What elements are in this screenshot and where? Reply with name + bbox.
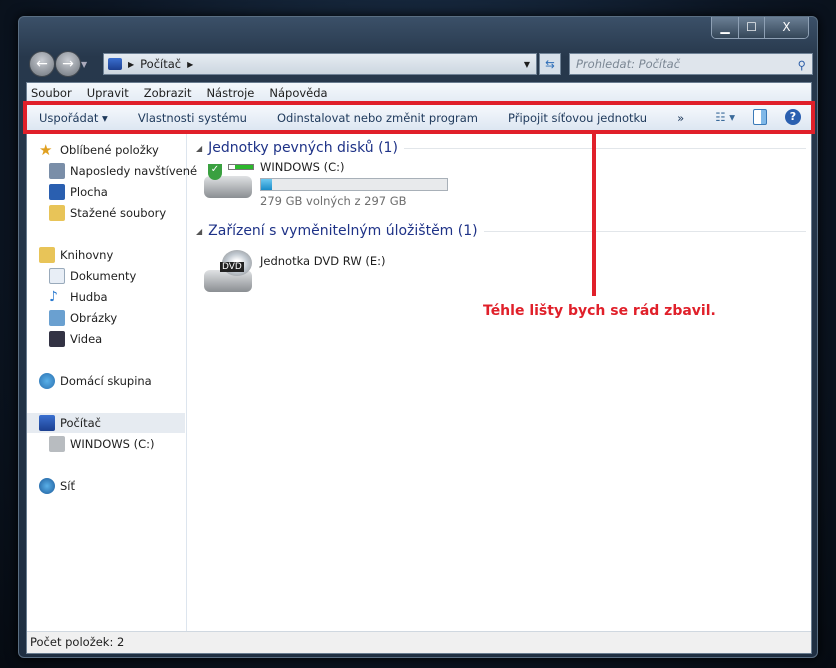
network-icon: [39, 478, 55, 494]
address-bar[interactable]: ▶ Počítač ▶ ▼: [103, 53, 537, 75]
sidebar-windows-c[interactable]: WINDOWS (C:): [49, 436, 207, 452]
label: Jednotky pevných disků (1): [208, 140, 398, 156]
sidebar-downloads[interactable]: Stažené soubory: [49, 205, 207, 221]
file-list: ◢ Jednotky pevných disků (1) ✓ WINDOWS (C…: [188, 134, 811, 631]
label: Videa: [70, 332, 103, 346]
homegroup-icon: [39, 373, 55, 389]
libraries-icon: [39, 247, 55, 263]
desktop-icon: [49, 184, 65, 200]
label: Domácí skupina: [60, 374, 152, 388]
documents-icon: [49, 268, 65, 284]
pictures-icon: [49, 310, 65, 326]
menu-help[interactable]: Nápověda: [269, 86, 327, 100]
computer-icon: [39, 415, 55, 431]
search-icon[interactable]: ⚲: [798, 55, 806, 75]
maximize-button[interactable]: ☐: [738, 17, 764, 38]
music-icon: ♪: [49, 289, 58, 305]
drive-free-space: 279 GB volných z 297 GB: [260, 194, 407, 208]
drive-name: WINDOWS (C:): [260, 160, 345, 174]
drive-indicator: [228, 164, 254, 170]
label: Knihovny: [60, 248, 114, 262]
sidebar-favorites[interactable]: ★ Oblíbené položky: [39, 142, 197, 158]
drive-item-c[interactable]: ✓ WINDOWS (C:) 279 GB volných z 297 GB: [204, 160, 464, 208]
sidebar-documents[interactable]: Dokumenty: [49, 268, 207, 284]
annotation-line: [592, 133, 596, 296]
label: Naposledy navštívené: [70, 164, 198, 178]
annotation-text: Téhle lišty bych se rád zbavil.: [483, 303, 716, 319]
videos-icon: [49, 331, 65, 347]
drive-usage-fill: [261, 179, 273, 190]
menu-file[interactable]: Soubor: [31, 86, 72, 100]
label: Hudba: [70, 290, 108, 304]
caption-buttons: ▁ ☐ X: [711, 17, 809, 39]
computer-icon: [108, 58, 122, 70]
label: Oblíbené položky: [60, 143, 159, 157]
address-dropdown-icon[interactable]: ▼: [524, 60, 530, 69]
sidebar-computer[interactable]: Počítač: [27, 413, 185, 433]
drive-icon: [49, 436, 65, 452]
dvd-label: DVD: [220, 262, 244, 272]
close-button[interactable]: X: [764, 17, 808, 38]
label: Zařízení s vyměnitelným úložištěm (1): [208, 223, 478, 239]
downloads-folder-icon: [49, 205, 65, 221]
menu-tools[interactable]: Nástroje: [206, 86, 254, 100]
breadcrumb-arrow-icon: ▶: [128, 59, 135, 69]
label: Obrázky: [70, 311, 118, 325]
label: Dokumenty: [70, 269, 137, 283]
status-bar: Počet položek: 2: [27, 631, 811, 653]
label: Počítač: [60, 416, 101, 430]
breadcrumb-arrow-icon[interactable]: ▶: [187, 60, 193, 69]
recent-pages-dropdown[interactable]: ▼: [81, 60, 87, 69]
menu-edit[interactable]: Upravit: [87, 86, 129, 100]
breadcrumb-computer[interactable]: Počítač: [140, 57, 181, 71]
menu-view[interactable]: Zobrazit: [144, 86, 192, 100]
label: Síť: [60, 479, 76, 493]
nav-buttons: ← → ▼: [29, 51, 87, 77]
content-area: Soubor Upravit Zobrazit Nástroje Nápověd…: [26, 82, 812, 654]
star-icon: ★: [39, 142, 53, 158]
sidebar-homegroup[interactable]: Domácí skupina: [39, 373, 197, 389]
search-input[interactable]: Prohledat: Počítač ⚲: [569, 53, 813, 75]
sidebar-recent[interactable]: Naposledy navštívené: [49, 163, 207, 179]
drive-usage-bar: [260, 178, 448, 191]
collapse-icon[interactable]: ◢: [196, 144, 202, 153]
group-header-removable[interactable]: ◢ Zařízení s vyměnitelným úložištěm (1): [196, 223, 806, 239]
sidebar-desktop[interactable]: Plocha: [49, 184, 207, 200]
shield-check-icon: ✓: [208, 164, 222, 180]
label: WINDOWS (C:): [70, 437, 155, 451]
refresh-button[interactable]: ⇆: [539, 53, 561, 75]
sidebar-music[interactable]: ♪ Hudba: [49, 289, 207, 305]
sidebar-libraries[interactable]: Knihovny: [39, 247, 197, 263]
forward-button[interactable]: →: [55, 51, 81, 77]
label: Plocha: [70, 185, 108, 199]
annotation-box: [23, 101, 815, 134]
sidebar-network[interactable]: Síť: [39, 478, 197, 494]
back-button[interactable]: ←: [29, 51, 55, 77]
drive-item-dvd[interactable]: DVD Jednotka DVD RW (E:): [204, 250, 464, 296]
sidebar-pictures[interactable]: Obrázky: [49, 310, 207, 326]
navigation-pane: ★ Oblíbené položky Naposledy navštívené P…: [27, 134, 197, 631]
collapse-icon[interactable]: ◢: [196, 227, 202, 236]
sidebar-videos[interactable]: Videa: [49, 331, 207, 347]
item-count: Počet položek: 2: [30, 635, 125, 649]
label: Stažené soubory: [70, 206, 167, 220]
minimize-button[interactable]: ▁: [712, 17, 738, 38]
dvd-name: Jednotka DVD RW (E:): [260, 254, 386, 268]
recent-places-icon: [49, 163, 65, 179]
search-placeholder: Prohledat: Počítač: [576, 57, 681, 71]
group-header-hdd[interactable]: ◢ Jednotky pevných disků (1): [196, 140, 806, 156]
